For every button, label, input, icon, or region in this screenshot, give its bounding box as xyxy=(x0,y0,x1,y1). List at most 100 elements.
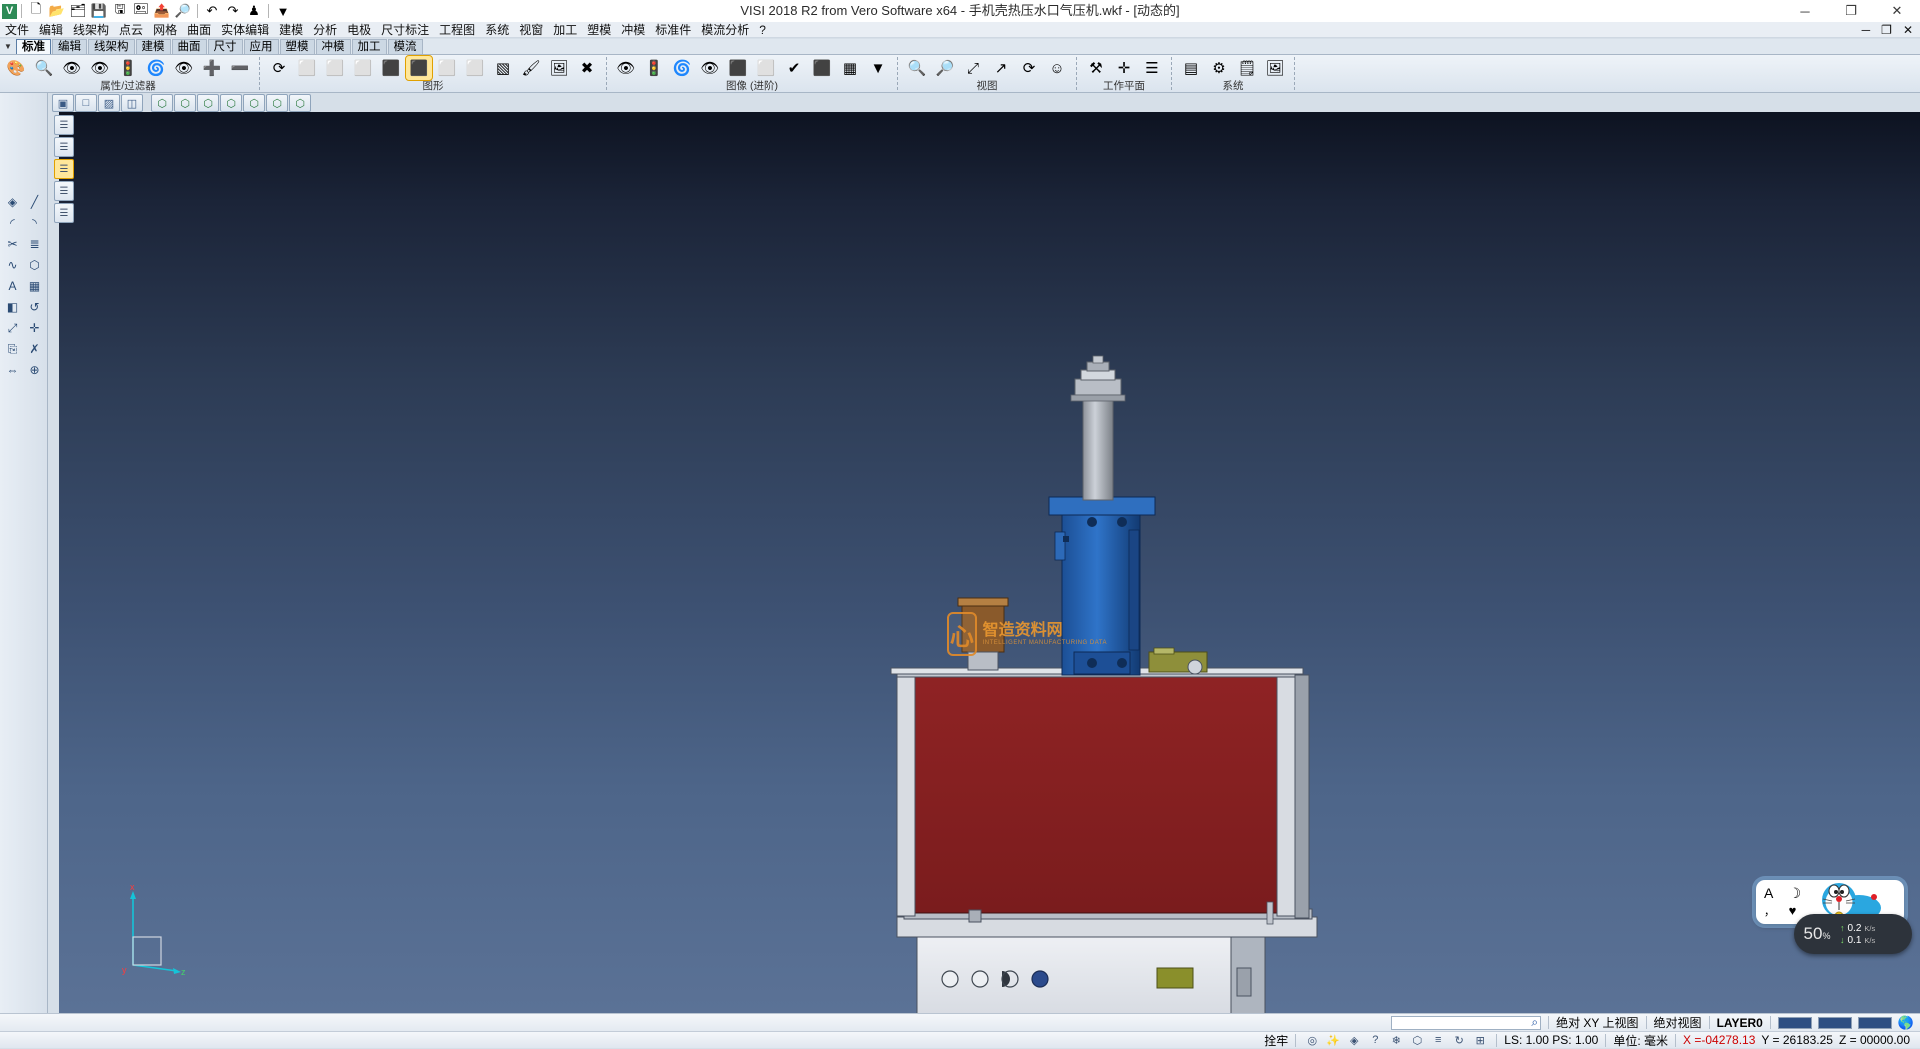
view-iso6-icon[interactable]: ⬡ xyxy=(266,94,288,112)
snap-help-icon[interactable]: ? xyxy=(1366,1033,1384,1048)
rotate-dynamic-icon[interactable]: ⟳ xyxy=(1016,56,1042,80)
arc-create-icon[interactable]: ◜ xyxy=(3,214,23,232)
menu-item-14[interactable]: 加工 xyxy=(548,22,582,38)
measure-distance-icon[interactable]: ⇔ xyxy=(3,361,23,379)
menu-item-9[interactable]: 电极 xyxy=(342,22,376,38)
ribbon-tab-9[interactable]: 加工 xyxy=(352,39,387,54)
polyline-icon[interactable]: ⬡ xyxy=(25,256,45,274)
view-properties-icon[interactable]: 🔍 xyxy=(31,56,57,80)
render-quality-icon[interactable]: 🖌 xyxy=(518,56,544,80)
view-iso4-icon[interactable]: ⬡ xyxy=(220,94,242,112)
palette-layer5-icon[interactable]: ☰ xyxy=(54,203,74,223)
adv-arrow-icon[interactable]: ▼ xyxy=(865,56,891,80)
minimize-button[interactable]: ─ xyxy=(1782,0,1828,22)
menu-item-4[interactable]: 网格 xyxy=(148,22,182,38)
copy-icon[interactable]: ⎘ xyxy=(3,340,23,358)
palette-layer1-icon[interactable]: ☰ xyxy=(54,115,74,135)
scale-icon[interactable]: ⤢ xyxy=(3,319,23,337)
view-wireframe-icon[interactable]: □ xyxy=(75,94,97,112)
add-visible-icon[interactable]: ➕ xyxy=(199,56,225,80)
menu-item-11[interactable]: 工程图 xyxy=(434,22,480,38)
menu-item-7[interactable]: 建模 xyxy=(274,22,308,38)
snap-magic-icon[interactable]: ✨ xyxy=(1324,1033,1342,1048)
view-iso2-icon[interactable]: ⬡ xyxy=(174,94,196,112)
mdi-restore-button[interactable]: ❐ xyxy=(1876,22,1897,38)
delete-icon[interactable]: ✗ xyxy=(25,340,45,358)
shaded-cyan-icon[interactable]: ⬛ xyxy=(378,56,404,80)
view-iso1-icon[interactable]: ⬡ xyxy=(151,94,173,112)
menu-item-18[interactable]: 模流分析 xyxy=(696,22,754,38)
screen-capture-icon[interactable]: 🖼 xyxy=(1262,56,1288,80)
palette-layer2-icon[interactable]: ☰ xyxy=(54,137,74,157)
mdi-minimize-button[interactable]: ─ xyxy=(1857,22,1876,38)
snap-layer-icon[interactable]: ≡ xyxy=(1429,1033,1447,1048)
remove-visible-icon[interactable]: ➖ xyxy=(227,56,253,80)
color-swatch-1[interactable] xyxy=(1818,1017,1852,1029)
palette-layer3-icon[interactable]: ☰ xyxy=(54,159,74,179)
transparent-icon[interactable]: ⬜ xyxy=(434,56,460,80)
rotate-icon[interactable]: ↺ xyxy=(25,298,45,316)
palette-layer4-icon[interactable]: ☰ xyxy=(54,181,74,201)
ribbon-tab-8[interactable]: 冲模 xyxy=(316,39,351,54)
hatch-icon[interactable]: ▦ xyxy=(25,277,45,295)
hidden-dashed-icon[interactable]: ⬜ xyxy=(350,56,376,80)
fillet-icon[interactable]: ◝ xyxy=(25,214,45,232)
view-mode-label[interactable]: 绝对 XY 上视图 xyxy=(1556,1014,1638,1031)
move-icon[interactable]: ✛ xyxy=(25,319,45,337)
menu-item-3[interactable]: 点云 xyxy=(114,22,148,38)
ribbon-tab-10[interactable]: 模流 xyxy=(388,39,423,54)
view-face-icon[interactable]: ☺ xyxy=(1044,56,1070,80)
menu-item-0[interactable]: 文件 xyxy=(0,22,34,38)
ribbon-tab-5[interactable]: 尺寸 xyxy=(208,39,243,54)
view-iso5-icon[interactable]: ⬡ xyxy=(243,94,265,112)
hidden-line-icon[interactable]: ⬜ xyxy=(322,56,348,80)
zoom-window-icon[interactable]: 🔍 xyxy=(904,56,930,80)
line-create-icon[interactable]: ╱ xyxy=(25,193,45,211)
snap-mesh-icon[interactable]: ❄ xyxy=(1387,1033,1405,1048)
adv-refresh-icon[interactable]: 🌀 xyxy=(669,56,695,80)
snap-solid-icon[interactable]: ⬡ xyxy=(1408,1033,1426,1048)
adv-check-icon[interactable]: ✔ xyxy=(781,56,807,80)
search-input[interactable]: ⌕ xyxy=(1391,1016,1541,1030)
menu-item-16[interactable]: 冲模 xyxy=(616,22,650,38)
ribbon-tab-4[interactable]: 曲面 xyxy=(172,39,207,54)
adv-toggle-icon[interactable]: 👁 xyxy=(697,56,723,80)
calculator-icon[interactable]: 🗒 xyxy=(1234,56,1260,80)
analysis-icon[interactable]: ⊕ xyxy=(25,361,45,379)
menu-item-8[interactable]: 分析 xyxy=(308,22,342,38)
workplane-define-icon[interactable]: ⚒ xyxy=(1083,56,1109,80)
adv-solid-grey-icon[interactable]: ⬜ xyxy=(753,56,779,80)
refresh-view-icon[interactable]: 🌀 xyxy=(143,56,169,80)
pan-icon[interactable]: ↗ xyxy=(988,56,1014,80)
cad-viewport[interactable]: 心 智造资料网 INTELLIGENT MANUFACTURING DATA x… xyxy=(59,112,1920,1013)
ribbon-tab-2[interactable]: 线架构 xyxy=(88,39,135,54)
system-config-icon[interactable]: ⚙ xyxy=(1206,56,1232,80)
adv-traffic-icon[interactable]: 🚦 xyxy=(641,56,667,80)
section-view-icon[interactable]: ▧ xyxy=(490,56,516,80)
adv-solid-blue-icon[interactable]: ⬛ xyxy=(725,56,751,80)
snap-rotate-icon[interactable]: ↻ xyxy=(1450,1033,1468,1048)
menu-item-17[interactable]: 标准件 xyxy=(650,22,696,38)
color-swatch-2[interactable] xyxy=(1858,1017,1892,1029)
shaded-edges-icon[interactable]: ⬜ xyxy=(462,56,488,80)
menu-item-13[interactable]: 视窗 xyxy=(514,22,548,38)
ribbon-tab-3[interactable]: 建模 xyxy=(136,39,171,54)
maximize-button[interactable]: ❐ xyxy=(1828,0,1874,22)
absolute-view-label[interactable]: 绝对视图 xyxy=(1654,1014,1702,1031)
ribbon-tab-6[interactable]: 应用 xyxy=(244,39,279,54)
point-create-icon[interactable]: ◈ xyxy=(3,193,23,211)
shaded-solid-icon[interactable]: ⬛ xyxy=(406,56,432,80)
menu-item-2[interactable]: 线架构 xyxy=(68,22,114,38)
color-swatch-0[interactable] xyxy=(1778,1017,1812,1029)
workplane-list-icon[interactable]: ☰ xyxy=(1139,56,1165,80)
menu-item-12[interactable]: 系统 xyxy=(480,22,514,38)
adv-mesh-icon[interactable]: ▦ xyxy=(837,56,863,80)
desktop-pet-widget[interactable]: A ☽ ， ♥ xyxy=(1756,880,1916,960)
ribbon-tab-0[interactable]: 标准 xyxy=(16,39,51,54)
offset-icon[interactable]: ≣ xyxy=(25,235,45,253)
view-section-icon[interactable]: ◫ xyxy=(121,94,143,112)
text-icon[interactable]: A xyxy=(3,277,23,295)
view-shaded-icon[interactable]: ▣ xyxy=(52,94,74,112)
spline-icon[interactable]: ∿ xyxy=(3,256,23,274)
wireframe-icon[interactable]: ⬜ xyxy=(294,56,320,80)
